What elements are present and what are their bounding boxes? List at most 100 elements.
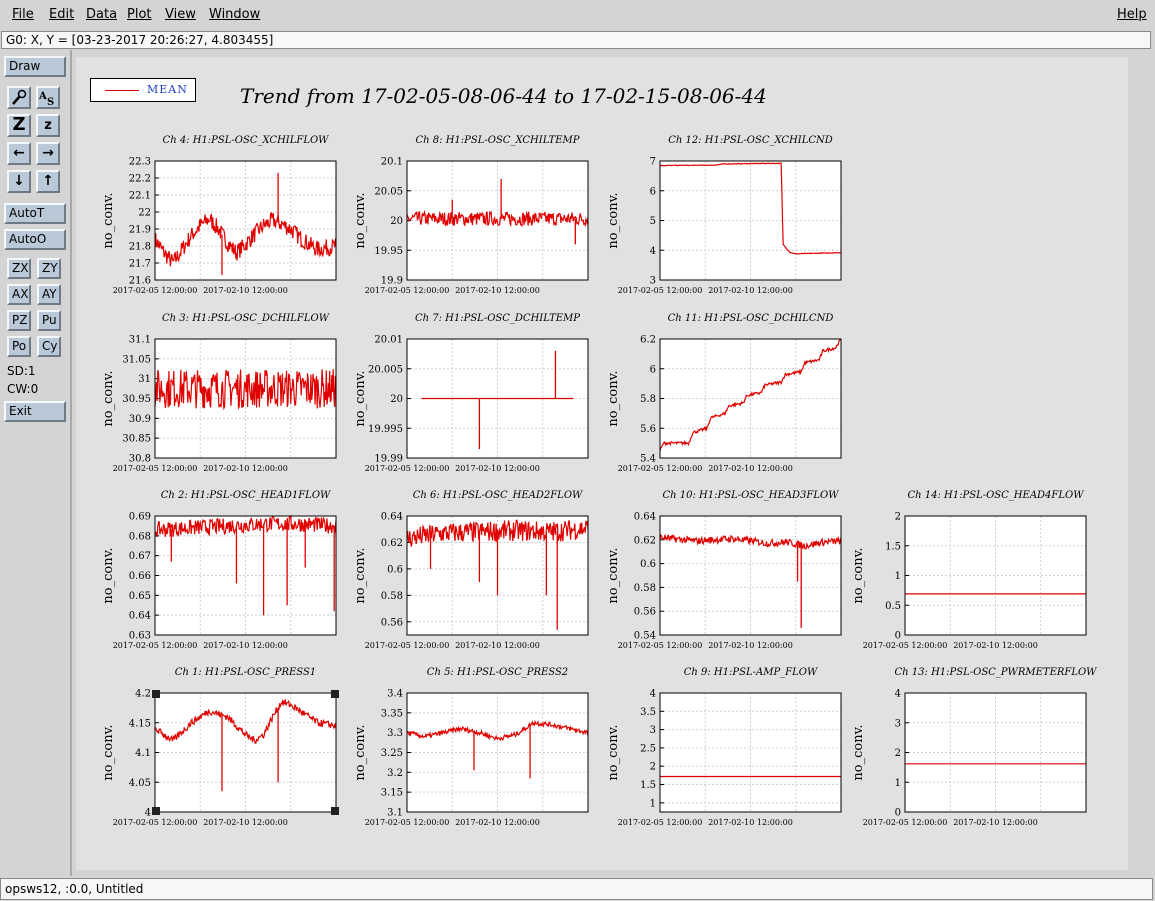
chart-title: Ch 9: H1:PSL-AMP_FLOW (684, 667, 818, 678)
x-tick-label: 2017-02-10 12:00:00 (455, 641, 540, 650)
chart-title: Ch 1: H1:PSL-OSC_PRESS1 (175, 667, 316, 678)
x-tick-label: 2017-02-10 12:00:00 (203, 286, 288, 295)
x-tick-label: 2017-02-05 12:00:00 (365, 818, 450, 827)
y-tick-label: 22.2 (129, 174, 151, 185)
x-tick-label: 2017-02-10 12:00:00 (708, 286, 793, 295)
y-tick-label: 5.8 (640, 394, 656, 405)
y-tick-label: 20.1 (381, 157, 403, 168)
y-tick-label: 31 (138, 374, 151, 385)
y-tick-label: 30.9 (129, 414, 151, 425)
y-tick-label: 3.4 (387, 689, 403, 700)
y-tick-label: 3.3 (387, 728, 403, 739)
x-tick-label: 2017-02-05 12:00:00 (365, 464, 450, 473)
x-tick-label: 2017-02-05 12:00:00 (618, 641, 703, 650)
y-tick-label: 0.6 (640, 559, 656, 570)
y-tick-label: 0.62 (381, 538, 403, 549)
chart-3: Ch 12: H1:PSL-OSC_XCHILCND 3 4 5 6 7 2017-02-0… (606, 135, 842, 295)
x-tick-label: 2017-02-10 12:00:00 (203, 641, 288, 650)
y-tick-label: 3 (650, 725, 656, 736)
y-tick-label: 19.995 (368, 424, 403, 435)
y-tick-label: 19.99 (374, 454, 403, 465)
chart-title: Ch 6: H1:PSL-OSC_HEAD2FLOW (413, 490, 583, 501)
chart-2: Ch 8: H1:PSL-OSC_XCHILTEMP 19.9 19.95 20 20.… (353, 135, 589, 295)
y-tick-label: 3.1 (387, 808, 403, 819)
y-tick-label: 3.2 (387, 768, 403, 779)
y-tick-label: 3 (895, 718, 901, 729)
y-axis-label: no_conv. (851, 724, 866, 780)
y-tick-label: 0.5 (885, 601, 901, 612)
y-tick-label: 0.54 (634, 631, 656, 642)
x-tick-label: 2017-02-10 12:00:00 (203, 464, 288, 473)
y-tick-label: 21.7 (129, 259, 151, 270)
x-tick-label: 2017-02-05 12:00:00 (113, 286, 198, 295)
chart-11: Ch 10: H1:PSL-OSC_HEAD3FLOW 0.54 0.56 0.58 0… (606, 490, 842, 650)
y-axis-label: no_conv. (606, 370, 621, 426)
y-tick-label: 31.05 (122, 354, 151, 365)
y-tick-label: 0.63 (129, 631, 151, 642)
y-axis-label: no_conv. (353, 547, 368, 603)
y-tick-label: 0 (895, 631, 901, 642)
y-tick-label: 22.3 (129, 157, 151, 168)
y-tick-label: 3 (650, 276, 656, 287)
selection-handle (152, 690, 160, 698)
y-tick-label: 22 (138, 208, 151, 219)
chart-title: Ch 5: H1:PSL-OSC_PRESS2 (427, 667, 568, 678)
x-tick-label: 2017-02-10 12:00:00 (203, 818, 288, 827)
chart-title: Ch 12: H1:PSL-OSC_XCHILCND (668, 135, 833, 146)
y-axis-label: no_conv. (101, 370, 116, 426)
y-tick-label: 4 (145, 808, 151, 819)
chart-title: Ch 13: H1:PSL-OSC_PWRMETERFLOW (895, 667, 1098, 678)
y-tick-label: 2 (895, 748, 901, 759)
y-axis-label: no_conv. (353, 370, 368, 426)
y-tick-label: 6 (650, 364, 656, 375)
y-tick-label: 30.95 (122, 394, 151, 405)
y-tick-label: 0.62 (634, 535, 656, 546)
y-tick-label: 0 (895, 808, 901, 819)
chart-5: Ch 3: H1:PSL-OSC_DCHILFLOW 30.8 30.85 30.9 3… (101, 313, 337, 473)
chart-9: Ch 2: H1:PSL-OSC_HEAD1FLOW 0.63 0.64 0.65 0.… (101, 490, 337, 650)
y-tick-label: 5 (650, 216, 656, 227)
y-axis-label: no_conv. (101, 547, 116, 603)
y-tick-label: 1 (895, 778, 901, 789)
selection-handle (331, 807, 339, 815)
y-tick-label: 1 (650, 798, 656, 809)
chart-1: Ch 4: H1:PSL-OSC_XCHILFLOW 21.6 21.7 21.8 21… (101, 135, 337, 295)
x-tick-label: 2017-02-05 12:00:00 (113, 818, 198, 827)
y-tick-label: 4.15 (129, 718, 151, 729)
chart-title: Ch 4: H1:PSL-OSC_XCHILFLOW (163, 135, 330, 146)
y-tick-label: 0.64 (634, 512, 656, 523)
x-tick-label: 2017-02-05 12:00:00 (863, 818, 948, 827)
chart-14: Ch 5: H1:PSL-OSC_PRESS2 3.1 3.15 3.2 3.25 3.3… (353, 667, 589, 827)
y-tick-label: 20.05 (374, 186, 403, 197)
y-tick-label: 21.6 (129, 276, 151, 287)
y-tick-label: 5.6 (640, 424, 656, 435)
y-tick-label: 19.9 (381, 276, 403, 287)
x-tick-label: 2017-02-10 12:00:00 (708, 641, 793, 650)
y-tick-label: 3.25 (381, 748, 403, 759)
y-tick-label: 5.4 (640, 454, 656, 465)
y-tick-label: 0.58 (381, 591, 403, 602)
y-tick-label: 4 (895, 689, 901, 700)
y-tick-label: 7 (650, 157, 656, 168)
x-tick-label: 2017-02-05 12:00:00 (365, 286, 450, 295)
y-axis-label: no_conv. (851, 547, 866, 603)
y-tick-label: 0.66 (129, 571, 151, 582)
selection-handle (152, 807, 160, 815)
x-tick-label: 2017-02-05 12:00:00 (113, 464, 198, 473)
x-tick-label: 2017-02-10 12:00:00 (708, 818, 793, 827)
y-tick-label: 0.68 (129, 531, 151, 542)
y-tick-label: 6.2 (640, 335, 656, 346)
y-axis-label: no_conv. (353, 192, 368, 248)
y-tick-label: 4 (650, 246, 656, 257)
y-axis-label: no_conv. (606, 192, 621, 248)
chart-title: Ch 2: H1:PSL-OSC_HEAD1FLOW (161, 490, 331, 501)
y-tick-label: 21.8 (129, 242, 151, 253)
x-tick-label: 2017-02-10 12:00:00 (455, 464, 540, 473)
chart-title: Ch 3: H1:PSL-OSC_DCHILFLOW (162, 313, 330, 324)
status-bar: opsws12, :0.0, Untitled (0, 878, 1153, 900)
y-tick-label: 30.85 (122, 434, 151, 445)
x-tick-label: 2017-02-10 12:00:00 (953, 818, 1038, 827)
chart-10: Ch 6: H1:PSL-OSC_HEAD2FLOW 0.56 0.58 0.6 0.6… (353, 490, 589, 650)
x-tick-label: 2017-02-05 12:00:00 (863, 641, 948, 650)
y-tick-label: 20.005 (368, 364, 403, 375)
